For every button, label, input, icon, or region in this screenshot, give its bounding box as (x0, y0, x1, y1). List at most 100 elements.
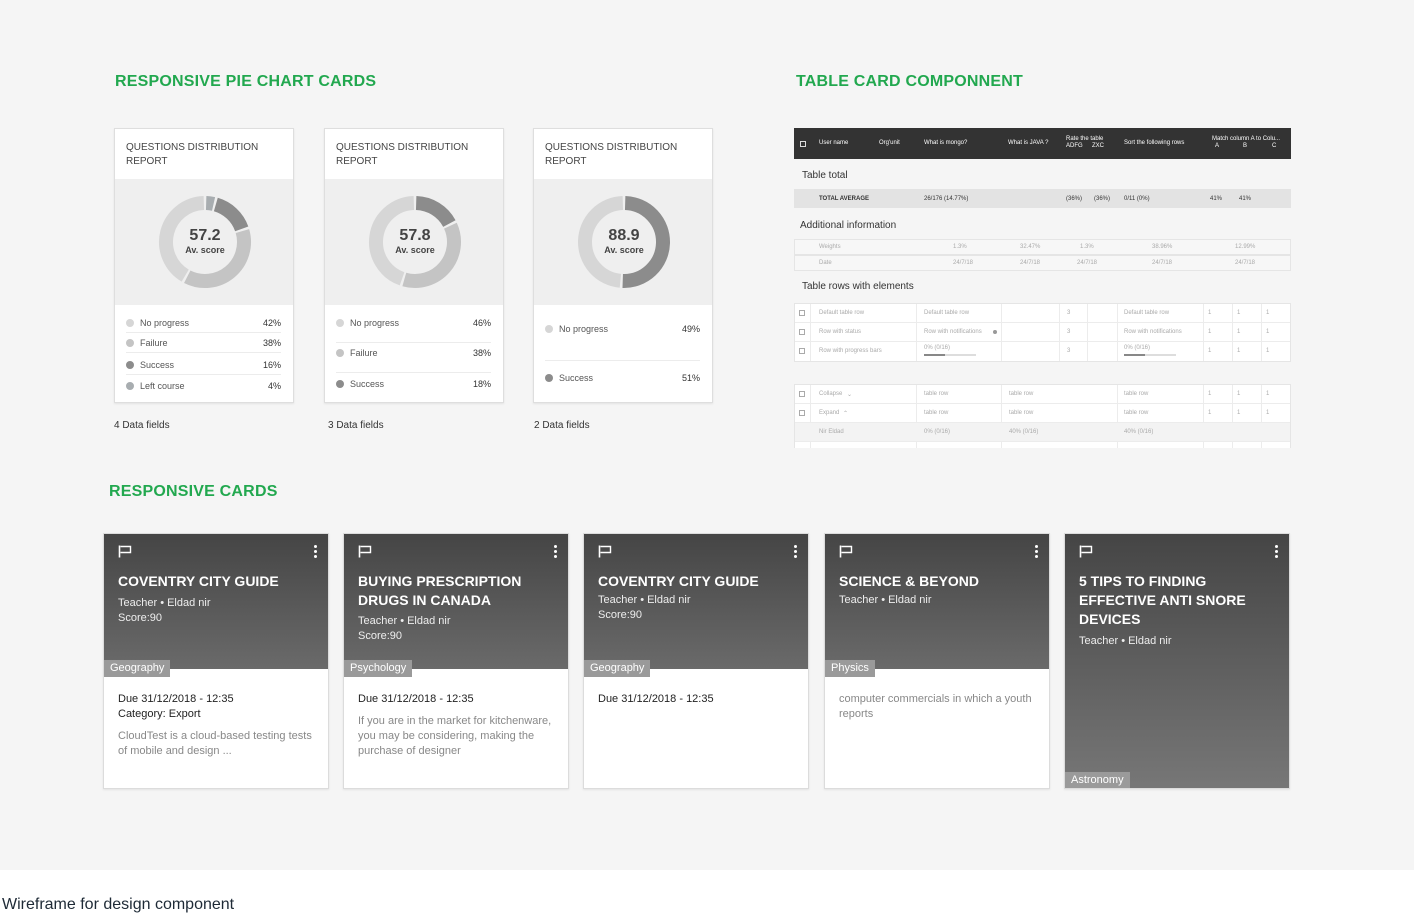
table-cell: 32.47% (1020, 244, 1041, 250)
flag-icon[interactable] (1079, 545, 1093, 558)
table-cell: table row (1124, 410, 1149, 416)
column-header[interactable]: Rate the table (1066, 136, 1103, 142)
legend-label: Failure (350, 348, 378, 358)
row-checkbox[interactable] (799, 391, 805, 397)
table-section-title: Table total (802, 170, 848, 181)
table-cell: 41% (1210, 196, 1223, 202)
pie-chart-area: 57.8 Av. score (325, 179, 503, 305)
column-header[interactable]: Org'unit (879, 140, 900, 146)
table-cell: TOTAL AVERAGE (819, 196, 870, 202)
card-due-date: Due 31/12/2018 - 12:35 (598, 693, 714, 705)
card-title[interactable]: COVENTRY CITY GUIDE (118, 572, 318, 591)
select-all-checkbox[interactable] (800, 141, 806, 147)
status-dot-icon (993, 330, 997, 334)
course-card[interactable]: 5 TIPS TO FINDING EFFECTIVE ANTI SNORE D… (1064, 533, 1290, 789)
course-card[interactable]: COVENTRY CITY GUIDE Teacher • Eldad nir … (583, 533, 809, 789)
row-checkbox[interactable] (799, 310, 805, 316)
legend-percent: 42% (262, 318, 281, 328)
card-due-date: Due 31/12/2018 - 12:35 (358, 693, 474, 705)
table-row[interactable]: Row with progress bars 0% (0/16) 3 0% (0… (795, 342, 1290, 361)
flag-icon[interactable] (358, 545, 372, 558)
course-card[interactable]: SCIENCE & BEYOND Teacher • Eldad nir Phy… (824, 533, 1050, 789)
legend-dot (545, 325, 553, 333)
column-subheader: ZXC (1092, 143, 1104, 149)
table-cell: Date (819, 260, 832, 266)
legend-label: No progress (350, 318, 400, 328)
legend-item: No progress 49% (545, 313, 700, 361)
table-cell: 1.3% (953, 244, 967, 250)
course-card[interactable]: COVENTRY CITY GUIDE Teacher • Eldad nir … (103, 533, 329, 789)
flag-icon[interactable] (839, 545, 853, 558)
pie-card-1: QUESTIONS DISTRIBUTION REPORT 57.2 Av. s… (114, 128, 294, 403)
table-cell: Row with status (819, 329, 862, 335)
average-score-label: Av. score (604, 245, 644, 255)
chevron-up-icon[interactable]: ⌃ (843, 410, 848, 417)
table-cell: 1 (1266, 410, 1270, 416)
card-category-tag: Astronomy (1065, 772, 1130, 788)
table-cell: 0% (0/16) (924, 429, 951, 435)
table-cell: 1 (1208, 310, 1212, 316)
average-score: 57.8 (399, 227, 431, 244)
table-row[interactable]: Nir Eldad 0% (0/16) 40% (0/16) 40% (0/16… (795, 423, 1290, 442)
average-score-label: Av. score (395, 245, 435, 255)
row-checkbox[interactable] (799, 329, 805, 335)
progress-bar (924, 354, 976, 356)
card-category-tag: Geography (584, 660, 651, 677)
table-cell: 1 (1237, 391, 1241, 397)
progress-bar (1124, 354, 1176, 356)
card-title[interactable]: BUYING PRESCRIPTION DRUGS IN CANADA (358, 572, 558, 610)
kebab-menu-icon[interactable] (794, 545, 798, 558)
card-teacher: Teacher • Eldad nir (839, 594, 932, 606)
column-header[interactable]: Match column A to Colu... (1212, 136, 1280, 142)
chevron-down-icon[interactable]: ⌄ (847, 391, 852, 398)
row-checkbox[interactable] (799, 410, 805, 416)
kebab-menu-icon[interactable] (1275, 545, 1279, 558)
card-teacher: Teacher • Eldad nir (118, 597, 211, 609)
table-cell: 1 (1208, 348, 1212, 354)
legend-item: No progress 46% (336, 313, 491, 343)
legend-percent: 49% (681, 324, 700, 334)
card-due-date: Due 31/12/2018 - 12:35 (118, 693, 234, 705)
table-cell: 0% (0/16) (924, 345, 951, 351)
table-row[interactable]: Default table row Default table row 3 De… (795, 304, 1290, 323)
legend-item: No progress 42% (126, 313, 281, 333)
course-card[interactable]: BUYING PRESCRIPTION DRUGS IN CANADA Teac… (343, 533, 569, 789)
flag-icon[interactable] (598, 545, 612, 558)
card-title[interactable]: SCIENCE & BEYOND (839, 572, 1039, 591)
card-title[interactable]: COVENTRY CITY GUIDE (598, 572, 798, 591)
kebab-menu-icon[interactable] (314, 545, 318, 558)
expand-toggle[interactable]: Expand (819, 410, 839, 416)
table-cell: 26/176 (14.77%) (924, 196, 969, 202)
legend-label: No progress (140, 318, 190, 328)
legend-dot (545, 374, 553, 382)
column-header[interactable]: What is mongo? (924, 140, 967, 146)
table-row[interactable]: Expand ⌃ table row table row table row 1… (795, 404, 1290, 423)
card-body: Due 31/12/2018 - 12:35 (598, 692, 798, 707)
card-description: If you are in the market for kitchenware… (358, 715, 552, 757)
page-footer-title: Wireframe for design component (2, 896, 235, 913)
card-category-tag: Physics (825, 660, 875, 677)
legend-item: Success 18% (336, 374, 491, 394)
kebab-menu-icon[interactable] (1035, 545, 1039, 558)
column-header[interactable]: Sort the following rows (1124, 140, 1184, 146)
table-cell: Row with notifications (1124, 329, 1182, 335)
column-header[interactable]: User name (819, 140, 848, 146)
pie-card-title: QUESTIONS DISTRIBUTION REPORT (545, 142, 678, 167)
table-row[interactable]: Collapse ⌄ table row table row table row… (795, 385, 1290, 404)
column-header[interactable]: What is JAVA ? (1008, 140, 1048, 146)
collapse-toggle[interactable]: Collapse (819, 391, 842, 397)
card-title[interactable]: 5 TIPS TO FINDING EFFECTIVE ANTI SNORE D… (1079, 572, 1279, 629)
pie-chart-area: 57.2 Av. score (115, 179, 293, 305)
legend-label: Success (350, 379, 385, 389)
legend-percent: 38% (262, 338, 281, 348)
table-row[interactable]: Row with status Row with notifications 3… (795, 323, 1290, 342)
donut-segment (205, 196, 216, 211)
legend-dot (126, 339, 134, 347)
kebab-menu-icon[interactable] (554, 545, 558, 558)
average-score: 88.9 (608, 227, 640, 244)
flag-icon[interactable] (118, 545, 132, 558)
table-cell: Default table row (1124, 310, 1170, 316)
legend-dot (336, 380, 344, 388)
row-checkbox[interactable] (799, 348, 805, 354)
legend-item: Failure 38% (126, 333, 281, 353)
